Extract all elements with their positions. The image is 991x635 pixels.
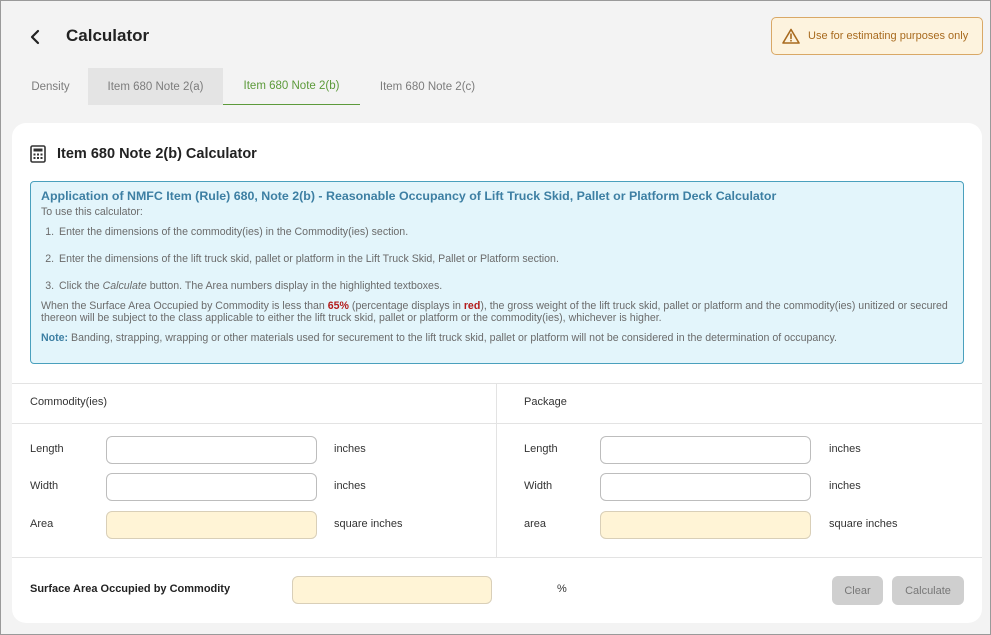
instruction-step: Click the Calculate button. The Area num… — [57, 280, 953, 292]
instructions-heading: Application of NMFC Item (Rule) 680, Not… — [41, 189, 777, 203]
page-header: Calculator Use for estimating purposes o… — [1, 1, 990, 67]
tab-item-680-note-2b[interactable]: Item 680 Note 2(b) — [223, 68, 360, 105]
back-button[interactable] — [23, 25, 47, 49]
commodity-width-unit: inches — [334, 480, 366, 492]
tab-item-680-note-2c[interactable]: Item 680 Note 2(c) — [360, 68, 495, 105]
tab-item-680-note-2a[interactable]: Item 680 Note 2(a) — [88, 68, 223, 105]
surface-area-unit: % — [557, 583, 567, 595]
commodity-area-output — [106, 511, 317, 539]
instruction-step: Enter the dimensions of the lift truck s… — [57, 253, 953, 265]
calculator-card: Item 680 Note 2(b) Calculator Applicatio… — [12, 123, 982, 623]
commodity-width-label: Width — [30, 480, 59, 492]
surface-area-output — [292, 576, 492, 604]
threshold-percent: 65% — [327, 300, 349, 312]
divider — [12, 383, 982, 384]
package-area-label: area — [524, 518, 547, 530]
rule-text: (percentage displays in — [348, 300, 464, 312]
commodity-width-input[interactable] — [106, 473, 317, 501]
commodity-area-label: Area — [30, 518, 54, 530]
clear-button[interactable]: Clear — [832, 576, 883, 605]
calculate-button[interactable]: Calculate — [892, 576, 964, 605]
package-length-unit: inches — [829, 443, 861, 455]
note-label: Note: — [41, 332, 69, 344]
warning-triangle-icon — [782, 28, 800, 44]
package-length-label: Length — [524, 443, 558, 455]
package-section-header: Package — [524, 396, 567, 408]
commodity-length-unit: inches — [334, 443, 366, 455]
estimating-warning-banner: Use for estimating purposes only — [771, 17, 983, 55]
instructions-steps: Enter the dimensions of the commodity(ie… — [57, 226, 953, 292]
commodity-length-input[interactable] — [106, 436, 317, 464]
surface-area-label: Surface Area Occupied by Commodity — [30, 583, 231, 595]
column-divider — [496, 384, 497, 557]
red-word: red — [463, 300, 481, 312]
step-emphasis: Calculate — [102, 280, 147, 292]
warning-text: Use for estimating purposes only — [808, 30, 969, 42]
package-area-output — [600, 511, 811, 539]
instructions-intro: To use this calculator: — [41, 206, 143, 218]
card-title-row: Item 680 Note 2(b) Calculator — [30, 145, 257, 163]
commodity-length-label: Length — [30, 443, 64, 455]
package-length-input[interactable] — [600, 436, 811, 464]
note-text: Note: Banding, strapping, wrapping or ot… — [41, 332, 953, 344]
calculator-icon — [30, 145, 46, 163]
step-text: Click the — [59, 280, 103, 292]
commodity-area-unit: square inches — [334, 518, 403, 530]
instructions-panel: Application of NMFC Item (Rule) 680, Not… — [30, 181, 964, 364]
package-width-input[interactable] — [600, 473, 811, 501]
note-body: Banding, strapping, wrapping or other ma… — [68, 332, 837, 344]
step-text: button. The Area numbers display in the … — [146, 280, 443, 292]
card-title: Item 680 Note 2(b) Calculator — [57, 146, 257, 162]
instruction-step: Enter the dimensions of the commodity(ie… — [57, 226, 953, 238]
rule-text: When the Surface Area Occupied by Commod… — [41, 300, 328, 312]
chevron-left-icon — [30, 29, 40, 45]
divider — [12, 423, 982, 424]
commodity-section-header: Commodity(ies) — [30, 396, 108, 408]
page-title: Calculator — [66, 26, 150, 45]
package-width-label: Width — [524, 480, 553, 492]
divider — [12, 557, 982, 558]
calculator-tabs: Density Item 680 Note 2(a) Item 680 Note… — [13, 68, 495, 105]
occupancy-rule-text: When the Surface Area Occupied by Commod… — [41, 300, 953, 324]
package-area-unit: square inches — [829, 518, 898, 530]
package-width-unit: inches — [829, 480, 861, 492]
tab-density[interactable]: Density — [13, 68, 88, 105]
